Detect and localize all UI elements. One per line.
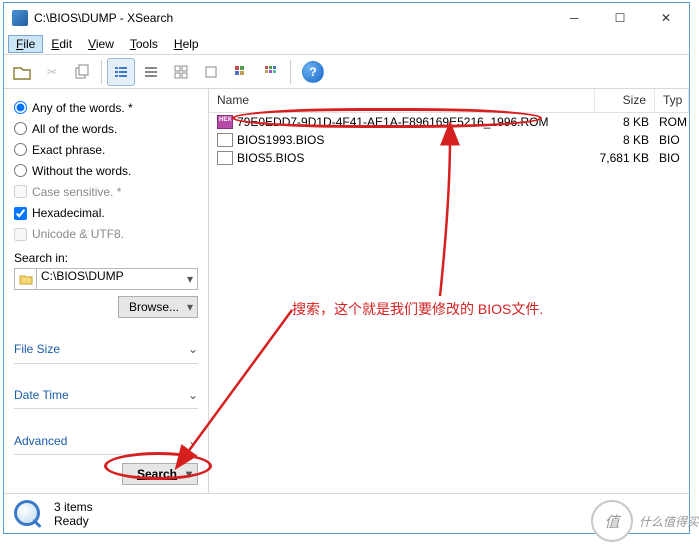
menu-file[interactable]: File xyxy=(8,35,43,53)
list-header: Name Size Typ xyxy=(209,89,689,113)
radio-exact-phrase[interactable]: Exact phrase. xyxy=(14,139,198,160)
chevron-down-icon: ⌄ xyxy=(188,434,198,448)
file-icon xyxy=(217,151,233,165)
toolbar-tools-icon[interactable]: ✂ xyxy=(38,58,66,86)
radio-all-input[interactable] xyxy=(14,122,27,135)
results-pane: Name Size Typ 79E0EDD7-9D1D-4F41-AE1A-F8… xyxy=(209,89,689,493)
help-icon[interactable]: ? xyxy=(302,61,324,83)
browse-button[interactable]: Browse... xyxy=(118,296,198,318)
radio-all-words[interactable]: All of the words. xyxy=(14,118,198,139)
chevron-down-icon: ⌄ xyxy=(188,342,198,356)
close-button[interactable]: ✕ xyxy=(643,3,689,33)
toolbar-separator xyxy=(101,60,102,84)
column-name[interactable]: Name xyxy=(209,89,595,112)
view-details-icon[interactable] xyxy=(107,58,135,86)
radio-all-label: All of the words. xyxy=(32,122,117,136)
check-unicode-input xyxy=(14,228,27,241)
check-hex-input[interactable] xyxy=(14,207,27,220)
radio-without-label: Without the words. xyxy=(32,164,131,178)
section-file-size[interactable]: File Size ⌄ xyxy=(14,336,198,363)
search-path-value: C:\BIOS\DUMP xyxy=(41,269,124,283)
list-item[interactable]: 79E0EDD7-9D1D-4F41-AE1A-F896169E5216_199… xyxy=(209,113,689,131)
radio-exact-input[interactable] xyxy=(14,143,27,156)
list-body[interactable]: 79E0EDD7-9D1D-4F41-AE1A-F896169E5216_199… xyxy=(209,113,689,493)
search-path-select[interactable]: C:\BIOS\DUMP xyxy=(36,268,198,290)
view-thumbnails-icon[interactable] xyxy=(257,58,285,86)
watermark-icon: 值 xyxy=(591,500,633,542)
section-file-size-label: File Size xyxy=(14,342,60,356)
list-item[interactable]: BIOS5.BIOS 7,681 KB BIO xyxy=(209,149,689,167)
check-unicode[interactable]: Unicode & UTF8. xyxy=(14,224,198,245)
search-in-label: Search in: xyxy=(14,251,198,265)
section-date-time-label: Date Time xyxy=(14,388,69,402)
check-hexadecimal[interactable]: Hexadecimal. xyxy=(14,202,198,223)
titlebar[interactable]: C:\BIOS\DUMP - XSearch ─ ☐ ✕ xyxy=(4,3,689,33)
toolbar: ✂ ? xyxy=(4,55,689,89)
file-size: 8 KB xyxy=(595,115,655,129)
app-window: C:\BIOS\DUMP - XSearch ─ ☐ ✕ File Edit V… xyxy=(3,2,690,534)
minimize-button[interactable]: ─ xyxy=(551,3,597,33)
check-case-input xyxy=(14,185,27,198)
section-date-time[interactable]: Date Time ⌄ xyxy=(14,381,198,408)
radio-any-input[interactable] xyxy=(14,101,27,114)
search-sidebar: Any of the words. * All of the words. Ex… xyxy=(4,89,209,493)
list-item[interactable]: BIOS1993.BIOS 8 KB BIO xyxy=(209,131,689,149)
radio-any-label: Any of the words. * xyxy=(32,101,133,115)
file-type: ROM xyxy=(655,115,689,129)
section-advanced[interactable]: Advanced ⌄ xyxy=(14,427,198,454)
window-controls: ─ ☐ ✕ xyxy=(551,3,689,33)
menubar: File Edit View Tools Help xyxy=(4,33,689,55)
chevron-down-icon: ⌄ xyxy=(188,388,198,402)
divider xyxy=(14,363,198,364)
file-size: 8 KB xyxy=(595,133,655,147)
menu-edit[interactable]: Edit xyxy=(43,35,80,53)
file-type: BIO xyxy=(655,151,689,165)
view-large-icons-icon[interactable] xyxy=(197,58,225,86)
menu-help[interactable]: Help xyxy=(166,35,207,53)
file-hex-icon xyxy=(217,115,233,129)
file-type: BIO xyxy=(655,133,689,147)
file-name: 79E0EDD7-9D1D-4F41-AE1A-F896169E5216_199… xyxy=(237,115,595,129)
divider xyxy=(14,454,198,455)
search-button[interactable]: Search xyxy=(122,463,198,485)
app-icon xyxy=(12,10,28,26)
divider xyxy=(14,408,198,409)
radio-exact-label: Exact phrase. xyxy=(32,143,105,157)
status-text: 3 items Ready xyxy=(54,500,93,528)
toolbar-copy-icon[interactable] xyxy=(68,58,96,86)
watermark: 值 什么值得买 xyxy=(591,500,699,542)
watermark-text: 什么值得买 xyxy=(639,513,699,530)
view-small-icons-icon[interactable] xyxy=(167,58,195,86)
file-name: BIOS1993.BIOS xyxy=(237,133,595,147)
search-button-label: Search xyxy=(137,467,177,481)
menu-view[interactable]: View xyxy=(80,35,122,53)
statusbar: 3 items Ready xyxy=(4,493,689,533)
window-title: C:\BIOS\DUMP - XSearch xyxy=(34,11,551,25)
radio-without-input[interactable] xyxy=(14,164,27,177)
status-item-count: 3 items xyxy=(54,500,93,514)
check-case-label: Case sensitive. * xyxy=(32,185,121,199)
content-area: Any of the words. * All of the words. Ex… xyxy=(4,89,689,493)
search-path-row: C:\BIOS\DUMP xyxy=(14,268,198,290)
status-state: Ready xyxy=(54,514,93,528)
toolbar-open-icon[interactable] xyxy=(8,58,36,86)
check-hex-label: Hexadecimal. xyxy=(32,206,105,220)
view-list-icon[interactable] xyxy=(137,58,165,86)
check-case-sensitive[interactable]: Case sensitive. * xyxy=(14,181,198,202)
check-unicode-label: Unicode & UTF8. xyxy=(32,227,124,241)
radio-any-words[interactable]: Any of the words. * xyxy=(14,97,198,118)
file-size: 7,681 KB xyxy=(595,151,655,165)
column-size[interactable]: Size xyxy=(595,89,655,112)
file-icon xyxy=(217,133,233,147)
magnifier-icon xyxy=(12,498,44,530)
section-advanced-label: Advanced xyxy=(14,434,67,448)
folder-icon xyxy=(14,268,36,290)
menu-tools[interactable]: Tools xyxy=(122,35,166,53)
toolbar-separator-2 xyxy=(290,60,291,84)
column-type[interactable]: Typ xyxy=(655,89,689,112)
view-tiles-icon[interactable] xyxy=(227,58,255,86)
maximize-button[interactable]: ☐ xyxy=(597,3,643,33)
radio-without-words[interactable]: Without the words. xyxy=(14,160,198,181)
file-name: BIOS5.BIOS xyxy=(237,151,595,165)
